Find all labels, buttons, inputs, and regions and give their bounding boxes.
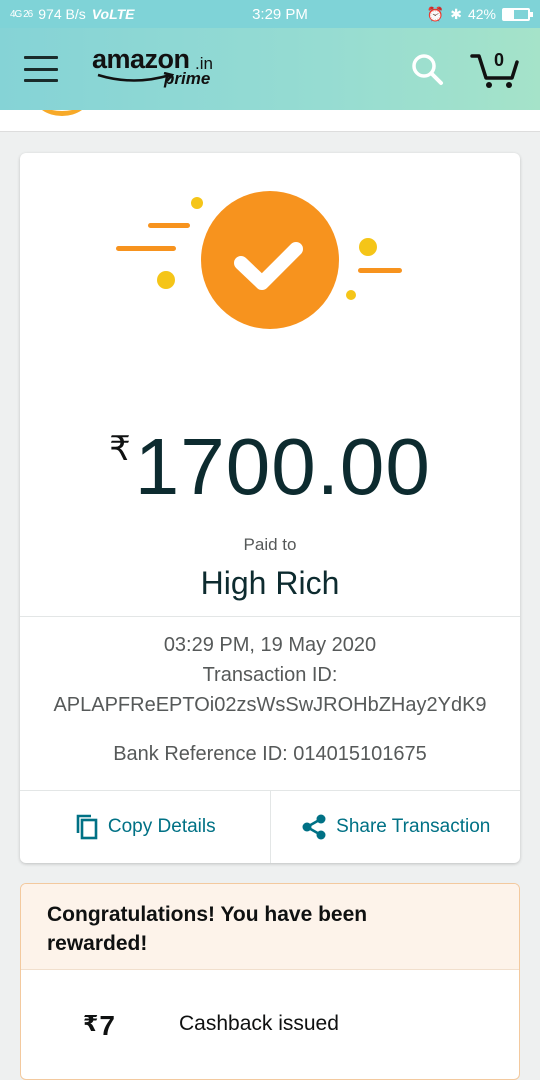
alarm-icon: ⏰ (426, 5, 445, 22)
copy-details-button[interactable]: Copy Details (20, 791, 270, 863)
menu-icon[interactable] (24, 56, 58, 82)
payment-success-card: ₹1700.00 Paid to High Rich 03:29 PM, 19 … (20, 153, 520, 863)
transaction-datetime: 03:29 PM, 19 May 2020 (163, 634, 377, 656)
share-icon (302, 814, 326, 840)
success-check-icon (116, 191, 402, 329)
reward-amount: ₹7 (83, 1010, 115, 1042)
cart-count: 0 (493, 50, 504, 70)
payee-name: High Rich (200, 565, 340, 601)
reward-title: Congratulations! You have been rewarded! (47, 903, 368, 955)
reward-value: 7 (99, 1010, 115, 1041)
paid-to-label: Paid to (243, 535, 297, 554)
copy-details-label: Copy Details (107, 816, 216, 837)
app-header: amazon .in prime 0 (0, 28, 540, 110)
smile-arrow-icon (97, 72, 175, 82)
partial-badge-icon (34, 110, 90, 116)
amazon-prime-logo[interactable]: amazon .in prime (92, 44, 222, 94)
reward-currency: ₹ (83, 1011, 99, 1036)
transaction-actions: Copy Details Share Transaction (20, 791, 520, 863)
bluetooth-icon: ✱ (450, 5, 462, 22)
search-icon[interactable] (410, 52, 444, 86)
transaction-id: APLAPFReEPTOi02zsWsSwJROHbZHay2YdK9 (53, 694, 487, 716)
divider (20, 616, 520, 617)
signal-icon: 4G 26 (10, 8, 33, 20)
transaction-id-label: Transaction ID: (202, 664, 338, 686)
header-strip (0, 110, 540, 132)
share-transaction-label: Share Transaction (336, 816, 491, 837)
payment-amount: ₹1700.00 (20, 421, 520, 513)
volte-label: VoLTE (91, 6, 135, 22)
cart-button[interactable]: 0 (470, 50, 520, 90)
currency-symbol: ₹ (109, 430, 131, 468)
copy-icon (76, 814, 98, 840)
reward-description: Cashback issued (179, 1012, 339, 1035)
amount-value: 1700.00 (134, 422, 431, 511)
reward-header: Congratulations! You have been rewarded! (21, 884, 519, 970)
bank-reference-id: Bank Reference ID: 014015101675 (113, 743, 427, 765)
reward-card: Congratulations! You have been rewarded!… (20, 883, 520, 1080)
battery-icon (502, 7, 533, 21)
network-speed: 974 B/s (38, 6, 86, 22)
status-bar: 4G 26 974 B/s VoLTE 3:29 PM ⏰ ✱ 42% (0, 0, 540, 28)
share-transaction-button[interactable]: Share Transaction (269, 791, 521, 863)
reward-row: ₹7 Cashback issued (21, 970, 519, 1079)
status-time: 3:29 PM (252, 5, 308, 23)
battery-percent: 42% (467, 6, 496, 22)
